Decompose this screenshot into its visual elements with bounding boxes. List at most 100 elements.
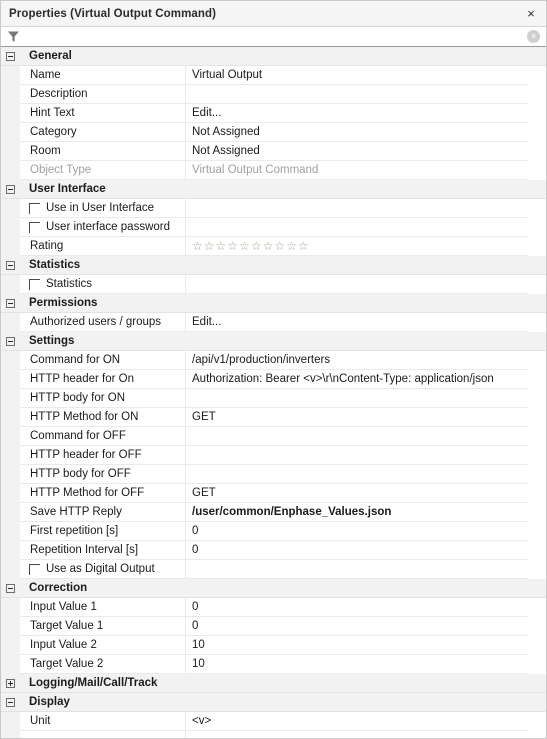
property-value-cell[interactable]	[186, 427, 528, 446]
property-value-cell[interactable]: Not Assigned	[186, 142, 528, 161]
star-icon[interactable]: ☆	[216, 240, 227, 252]
checkbox-statistics[interactable]	[29, 278, 40, 290]
property-value-cell[interactable]: GET	[186, 484, 528, 503]
property-value-cell[interactable]	[186, 446, 528, 465]
checkbox-user-interface-password[interactable]	[29, 221, 40, 233]
property-value-cell[interactable]: GET	[186, 408, 528, 427]
collapse-icon[interactable]	[1, 260, 19, 270]
star-icon[interactable]: ☆	[192, 240, 203, 252]
collapse-icon[interactable]	[1, 583, 19, 593]
property-row-hint-text[interactable]: Hint Text Edit...	[1, 104, 546, 123]
property-row-name[interactable]: Name Virtual Output	[1, 66, 546, 85]
property-value-cell[interactable]: /user/common/Enphase_Values.json	[186, 503, 528, 522]
property-value-cell[interactable]: Virtual Output Command	[186, 161, 528, 180]
group-header-statistics[interactable]: Statistics	[1, 256, 546, 275]
property-value-cell[interactable]: Edit...	[186, 313, 528, 332]
property-value-cell[interactable]	[186, 560, 528, 579]
group-header-general[interactable]: General	[1, 47, 546, 66]
property-row-use-as-digital-output[interactable]: Use as Digital Output	[1, 560, 546, 579]
collapse-icon[interactable]	[1, 697, 19, 707]
property-value-cell[interactable]: 0	[186, 541, 528, 560]
property-value-cell[interactable]	[186, 218, 528, 237]
property-name-cell	[20, 731, 186, 738]
property-row-input-value-2[interactable]: Input Value 2 10	[1, 636, 546, 655]
close-icon[interactable]: ×	[516, 1, 546, 26]
rating-stars[interactable]: ☆ ☆ ☆ ☆ ☆ ☆ ☆ ☆ ☆ ☆	[192, 240, 309, 252]
property-row-http-header-for-on[interactable]: HTTP header for On Authorization: Bearer …	[1, 370, 546, 389]
collapse-icon[interactable]	[1, 298, 19, 308]
property-value-cell[interactable]: Authorization: Bearer <v>\r\nContent-Typ…	[186, 370, 528, 389]
property-value-cell[interactable]: Edit...	[186, 104, 528, 123]
group-header-user-interface[interactable]: User Interface	[1, 180, 546, 199]
property-value-cell[interactable]	[186, 389, 528, 408]
property-row-object-type[interactable]: Object Type Virtual Output Command	[1, 161, 546, 180]
star-icon[interactable]: ☆	[263, 240, 274, 252]
star-icon[interactable]: ☆	[274, 240, 285, 252]
property-value-cell[interactable]	[186, 465, 528, 484]
property-name-cell: Target Value 2	[20, 655, 186, 674]
property-value-cell[interactable]: 10	[186, 636, 528, 655]
property-grid[interactable]: General Name Virtual Output Description Hint…	[1, 47, 546, 738]
property-value-cell[interactable]: 10	[186, 655, 528, 674]
property-value-cell[interactable]	[186, 731, 528, 738]
star-icon[interactable]: ☆	[204, 240, 215, 252]
property-row-save-http-reply[interactable]: Save HTTP Reply/user/common/Enphase_Valu…	[1, 503, 546, 522]
filter-input[interactable]	[22, 27, 527, 46]
checkbox-use-in-user-interface[interactable]	[29, 202, 40, 214]
property-value-cell[interactable]: <v>	[186, 712, 528, 731]
property-row-room[interactable]: Room Not Assigned	[1, 142, 546, 161]
property-name-cell: Repetition Interval [s]	[20, 541, 186, 560]
property-row-row[interactable]	[1, 731, 546, 738]
property-row-target-value-1[interactable]: Target Value 1 0	[1, 617, 546, 636]
property-row-http-header-for-off[interactable]: HTTP header for OFF	[1, 446, 546, 465]
property-row-category[interactable]: Category Not Assigned	[1, 123, 546, 142]
property-row-statistics[interactable]: Statistics	[1, 275, 546, 294]
property-label: HTTP body for ON	[30, 392, 126, 404]
star-icon[interactable]: ☆	[286, 240, 297, 252]
property-row-use-in-user-interface[interactable]: Use in User Interface	[1, 199, 546, 218]
group-header-display[interactable]: Display	[1, 693, 546, 712]
property-row-http-body-for-on[interactable]: HTTP body for ON	[1, 389, 546, 408]
star-icon[interactable]: ☆	[239, 240, 250, 252]
property-name-cell: Use in User Interface	[20, 199, 186, 218]
property-row-http-method-for-on[interactable]: HTTP Method for ON GET	[1, 408, 546, 427]
collapse-icon[interactable]	[1, 51, 19, 61]
property-row-unit[interactable]: Unit <v>	[1, 712, 546, 731]
property-row-user-interface-password[interactable]: User interface password	[1, 218, 546, 237]
collapse-icon[interactable]	[1, 184, 19, 194]
clear-filter-icon[interactable]: ×	[527, 30, 540, 43]
property-row-authorized-users-groups[interactable]: Authorized users / groups Edit...	[1, 313, 546, 332]
property-row-command-for-off[interactable]: Command for OFF	[1, 427, 546, 446]
property-row-target-value-2[interactable]: Target Value 2 10	[1, 655, 546, 674]
star-icon[interactable]: ☆	[227, 240, 238, 252]
star-icon[interactable]: ☆	[251, 240, 262, 252]
group-header-permissions[interactable]: Permissions	[1, 294, 546, 313]
property-value-cell[interactable]	[186, 199, 528, 218]
star-icon[interactable]: ☆	[298, 240, 309, 252]
property-row-http-method-for-off[interactable]: HTTP Method for OFF GET	[1, 484, 546, 503]
expand-icon[interactable]	[1, 678, 19, 688]
group-header-settings[interactable]: Settings	[1, 332, 546, 351]
group-header-correction[interactable]: Correction	[1, 579, 546, 598]
property-row-description[interactable]: Description	[1, 85, 546, 104]
property-row-http-body-for-off[interactable]: HTTP body for OFF	[1, 465, 546, 484]
property-row-command-for-on[interactable]: Command for ON/api/v1/production/inverte…	[1, 351, 546, 370]
property-value-cell[interactable]: 0	[186, 598, 528, 617]
property-value-cell[interactable]: 0	[186, 617, 528, 636]
property-value-cell[interactable]: Virtual Output	[186, 66, 528, 85]
property-value-cell[interactable]: ☆ ☆ ☆ ☆ ☆ ☆ ☆ ☆ ☆ ☆	[186, 237, 528, 256]
row-gutter	[1, 66, 20, 85]
property-value-cell[interactable]	[186, 85, 528, 104]
property-row-input-value-1[interactable]: Input Value 1 0	[1, 598, 546, 617]
property-value-cell[interactable]	[186, 275, 528, 294]
property-value-cell[interactable]: 0	[186, 522, 528, 541]
property-row-repetition-interval-s[interactable]: Repetition Interval [s] 0	[1, 541, 546, 560]
checkbox-use-as-digital-output[interactable]	[29, 563, 40, 575]
collapse-icon[interactable]	[1, 336, 19, 346]
property-row-first-repetition-s[interactable]: First repetition [s] 0	[1, 522, 546, 541]
property-row-rating[interactable]: Rating ☆ ☆ ☆ ☆ ☆ ☆ ☆ ☆ ☆ ☆	[1, 237, 546, 256]
property-value-cell[interactable]: Not Assigned	[186, 123, 528, 142]
property-value: 0	[192, 525, 199, 537]
property-value-cell[interactable]: /api/v1/production/inverters	[186, 351, 528, 370]
group-header-logging-mail-call-track[interactable]: Logging/Mail/Call/Track	[1, 674, 546, 693]
